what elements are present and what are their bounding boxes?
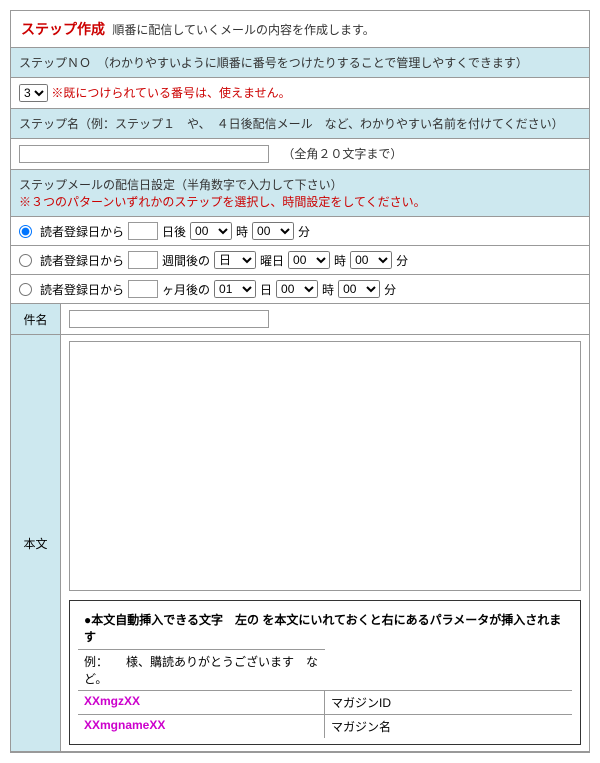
schedule-radio-2[interactable] [19,254,32,267]
schedule-opt1-label: 読者登録日から [40,223,124,240]
schedule-opt2: 読者登録日から 週間後の 日 曜日 00 時 00 分 [11,246,589,275]
stepno-select[interactable]: 3 [19,84,48,102]
form-title: ステップ作成 [21,21,105,37]
param-example: 例： 様、購読ありがとうございます など。 [78,649,325,690]
subject-row: 件名 [11,304,589,335]
schedule-opt2-min[interactable]: 00 [350,251,392,269]
param-head: ●本文自動挿入できる文字 左の を本文にいれておくと右にあるパラメータが挿入され… [78,607,572,649]
subject-label: 件名 [11,304,61,334]
schedule-opt2-hour[interactable]: 00 [288,251,330,269]
schedule-opt3-min[interactable]: 00 [338,280,380,298]
param-row-1: XXmgnameXX マガジン名 [78,714,572,738]
body-row: 本文 ●本文自動挿入できる文字 左の を本文にいれておくと右にあるパラメータが挿… [11,335,589,752]
schedule-header2: ※３つのパターンいずれかのステップを選択し、時間設定をしてください。 [19,193,581,210]
schedule-opt1: 読者登録日から 日後 00 時 00 分 [11,217,589,246]
schedule-opt2-label: 読者登録日から [40,252,124,269]
param-box: ●本文自動挿入できる文字 左の を本文にいれておくと右にあるパラメータが挿入され… [69,600,581,745]
stepname-label-row: ステップ名（例：ステップ１ や、 ４日後配信メール など、わかりやすい名前を付け… [11,109,589,139]
step-form: ステップ作成 順番に配信していくメールの内容を作成します。 ステップＮＯ （わか… [10,10,590,753]
schedule-opt3: 読者登録日から ヶ月後の 01 日 00 時 00 分 [11,275,589,304]
param-row-0: XXmgzXX マガジンID [78,690,572,714]
subject-input[interactable] [69,310,269,328]
schedule-radio-3[interactable] [19,283,32,296]
form-desc: 順番に配信していくメールの内容を作成します。 [112,23,374,37]
stepno-label-row: ステップＮＯ （わかりやすいように順番に番号をつけたりすることで管理しやすくでき… [11,48,589,78]
stepname-input[interactable] [19,145,269,163]
schedule-opt3-months[interactable] [128,280,158,298]
schedule-opt3-day[interactable]: 01 [214,280,256,298]
schedule-header1: ステップメールの配信日設定（半角数字で入力して下さい） [19,176,581,193]
schedule-opt1-days[interactable] [128,222,158,240]
form-header: ステップ作成 順番に配信していくメールの内容を作成します。 [11,11,589,48]
schedule-opt1-min[interactable]: 00 [252,222,294,240]
schedule-opt3-hour[interactable]: 00 [276,280,318,298]
body-textarea[interactable] [69,341,581,591]
stepname-input-row: （全角２０文字まで） [11,139,589,170]
body-label: 本文 [11,335,61,751]
schedule-opt3-label: 読者登録日から [40,281,124,298]
schedule-opt2-weeks[interactable] [128,251,158,269]
schedule-radio-1[interactable] [19,225,32,238]
schedule-opt2-weekday[interactable]: 日 [214,251,256,269]
stepname-note: （全角２０文字まで） [282,145,402,162]
schedule-opt1-hour[interactable]: 00 [190,222,232,240]
stepno-input-row: 3 ※既につけられている番号は、使えません。 [11,78,589,109]
stepno-note: ※既につけられている番号は、使えません。 [51,86,290,100]
schedule-header: ステップメールの配信日設定（半角数字で入力して下さい） ※３つのパターンいずれか… [11,170,589,217]
